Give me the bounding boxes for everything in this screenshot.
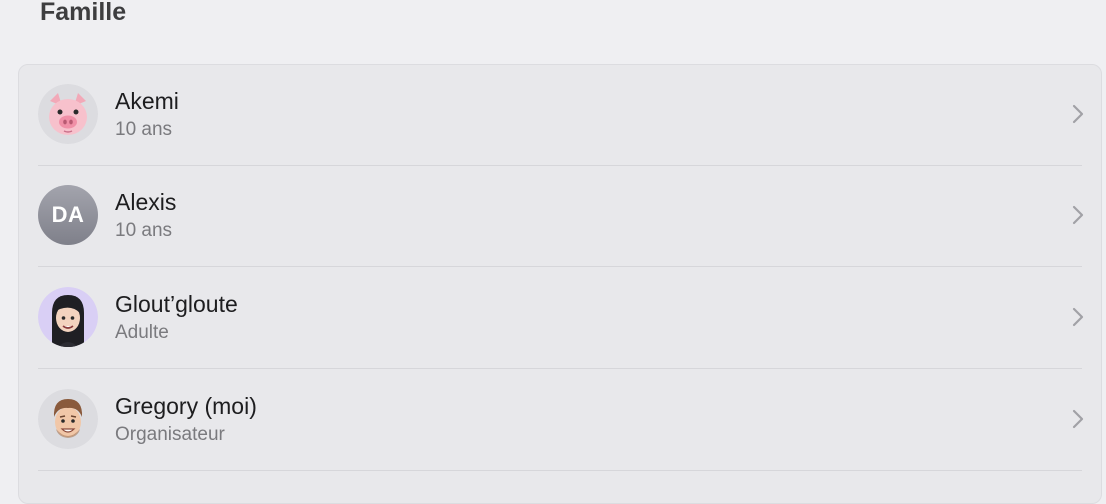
member-name: Glout’gloute [115, 291, 238, 317]
family-member-row-glout-gloute[interactable]: Glout’gloute Adulte [19, 268, 1101, 369]
member-name: Gregory (moi) [115, 393, 257, 419]
row-divider [38, 470, 1082, 471]
member-subtitle: 10 ans [115, 119, 173, 140]
member-name: Alexis [115, 189, 177, 215]
family-member-row-akemi[interactable]: Akemi 10 ans [19, 65, 1101, 166]
man-memoji-icon [38, 389, 98, 449]
row-divider [38, 368, 1082, 369]
section-title: Famille [40, 0, 127, 26]
row-divider [38, 266, 1082, 267]
family-member-row-alexis[interactable]: DA Alexis 10 ans [19, 166, 1101, 267]
member-subtitle: Adulte [115, 322, 169, 343]
chevron-right-icon [1072, 205, 1084, 225]
pig-memoji-icon [38, 84, 98, 144]
member-subtitle: 10 ans [115, 220, 173, 241]
member-name: Akemi [115, 88, 179, 114]
chevron-right-icon [1072, 104, 1084, 124]
family-members-list: Akemi 10 ans DA Alexis 10 ans Glout’glou… [18, 64, 1102, 504]
initials-avatar: DA [38, 185, 98, 245]
family-member-row-gregory[interactable]: Gregory (moi) Organisateur [19, 370, 1101, 471]
chevron-right-icon [1072, 409, 1084, 429]
member-subtitle: Organisateur [115, 424, 225, 445]
woman-memoji-icon [38, 287, 98, 347]
chevron-right-icon [1072, 307, 1084, 327]
